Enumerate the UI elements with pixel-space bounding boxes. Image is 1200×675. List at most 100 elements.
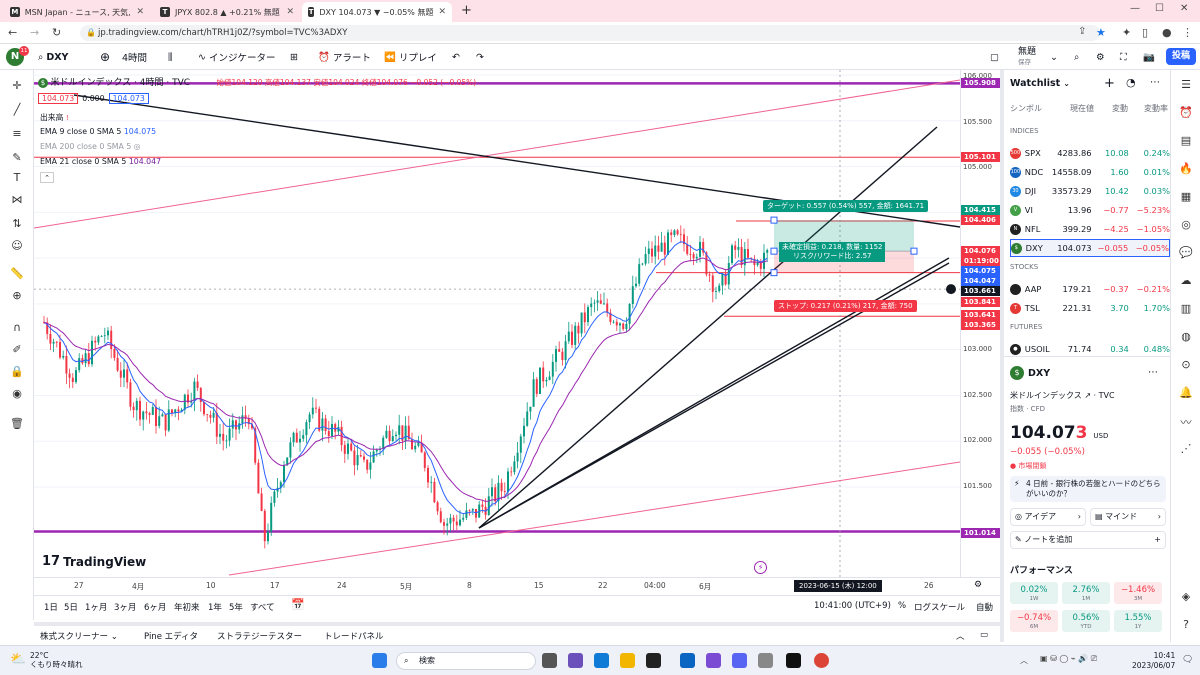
trash-icon[interactable]: 🗑 (9, 416, 25, 432)
back-icon[interactable]: ← (8, 26, 17, 39)
help-question-icon[interactable]: ? (1178, 618, 1194, 634)
zoom-in-icon[interactable]: ⊕ (9, 288, 25, 304)
watchlist-section-header[interactable]: INDICES (1010, 127, 1039, 135)
chart-pane[interactable]: $ 米ドルインデックス · 4時間 · TVC 始値104.120 高値104.… (34, 70, 960, 577)
settings-gear-icon[interactable]: ⚙ (974, 580, 982, 590)
replay-button[interactable]: ⏪ リプレイ (384, 49, 437, 65)
notifications-bell-icon[interactable]: 🔔 (1178, 386, 1194, 402)
extensions-icon[interactable]: ✦ (1122, 26, 1131, 39)
brush-icon[interactable]: ✎ (9, 150, 25, 166)
watchlist-row[interactable]: 30 DJI 33573.29 10.42 0.03% (1010, 182, 1170, 200)
bookmark-star-icon[interactable]: ★ (1096, 26, 1106, 39)
reload-icon[interactable]: ↻ (52, 26, 61, 39)
notification-icon[interactable]: 🗨 (1182, 655, 1193, 665)
col-change-pct[interactable]: 変動率 (1128, 103, 1168, 114)
chat-bubble-icon[interactable]: 💬 (1178, 246, 1194, 262)
col-symbol[interactable]: シンボル (1010, 103, 1052, 114)
tab-strategy-tester[interactable]: ストラテジーテスター (217, 630, 302, 642)
ideas-button[interactable]: ◎ アイデア › (1010, 508, 1086, 526)
watchlist-section-header[interactable]: STOCKS (1010, 263, 1038, 271)
more-icon[interactable]: ⋯ (1148, 367, 1158, 378)
watchlist-row[interactable]: T TSL 221.31 3.70 1.70% (1010, 299, 1170, 317)
app-icon[interactable] (758, 653, 773, 668)
lock-icon[interactable]: 🔒 (9, 364, 25, 380)
indicators-button[interactable]: ∿ インジケーター (198, 49, 275, 65)
alerts-clock-icon[interactable]: ⏰ (1178, 106, 1194, 122)
taskbar-clock[interactable]: 10:41 2023/06/07 (1132, 651, 1175, 671)
more-icon[interactable]: ⋯ (1150, 77, 1160, 88)
tray-chevron-icon[interactable]: ︿ (1020, 655, 1028, 666)
quick-search-button[interactable]: ⌕ (1074, 49, 1079, 65)
tab-trading-panel[interactable]: トレードパネル (324, 630, 384, 642)
prediction-icon[interactable]: ⇅ (9, 216, 25, 232)
range-button[interactable]: 6ヶ月 (144, 601, 166, 613)
add-symbol-icon[interactable]: + (1104, 76, 1115, 91)
range-button[interactable]: 5日 (64, 601, 78, 613)
discord-icon[interactable] (732, 653, 747, 668)
broadcast-icon[interactable]: ⊙ (1178, 358, 1194, 374)
app-icon[interactable] (786, 653, 801, 668)
file-explorer-icon[interactable] (620, 653, 635, 668)
redo-button[interactable]: ↷ (476, 49, 484, 65)
screener-icon[interactable]: ▥ (1178, 302, 1194, 318)
new-tab-icon[interactable]: + (461, 3, 472, 18)
publish-button[interactable]: 投稿 (1166, 48, 1196, 65)
data-window-icon[interactable]: ▤ (1178, 134, 1194, 150)
collapse-legend-icon[interactable]: ⌃ (40, 172, 54, 183)
minimize-window-icon[interactable]: — (1130, 3, 1140, 14)
lightning-event-icon[interactable]: ⚡ (754, 561, 767, 574)
range-button[interactable]: すべて (250, 601, 275, 613)
external-link-icon[interactable]: ↗ (1084, 391, 1091, 400)
price-chart-svg[interactable] (34, 70, 960, 577)
interval-button[interactable]: 4時間 (122, 49, 147, 65)
bar-style-button[interactable]: ⫼ (168, 49, 172, 65)
percent-scale-toggle[interactable]: % (898, 601, 906, 611)
magnet-icon[interactable]: ∩ (9, 320, 25, 336)
watchlist-row[interactable]: 500 SPX 4283.86 10.08 0.24% (1010, 144, 1170, 162)
expand-panel-icon[interactable]: ︿ (956, 630, 965, 642)
layers-icon[interactable]: ◈ (1178, 590, 1194, 606)
fullscreen-button[interactable]: ⛶ (1120, 49, 1127, 65)
calendar-goto-icon[interactable]: 📅 (291, 598, 305, 611)
tray-icons[interactable]: ▣ ⛁ ◯ ⌁ 🔊 ⎚ (1040, 654, 1097, 664)
emoji-icon[interactable]: ☺ (9, 238, 25, 254)
browser-tab-msn[interactable]: M MSN Japan - ニュース, 天気, メール・ ✕ (4, 2, 150, 22)
trend-icon[interactable]: 〰 (1178, 414, 1194, 430)
fib-retracement-icon[interactable]: ≡ (9, 126, 25, 142)
auto-scale-toggle[interactable]: 自動 (976, 601, 993, 613)
watchlist-row[interactable]: V VI 13.96 −0.77 −5.23% (1010, 201, 1170, 219)
range-button[interactable]: 5年 (229, 601, 243, 613)
minds-button[interactable]: ▤ マインド › (1090, 508, 1166, 526)
profile-icon[interactable]: ● (1162, 26, 1172, 39)
range-button[interactable]: 3ヶ月 (114, 601, 136, 613)
range-button[interactable]: 1日 (44, 601, 58, 613)
compare-symbol-button[interactable]: ⊕ (100, 49, 110, 65)
menu-icon[interactable]: ⋮ (1182, 26, 1193, 39)
forward-icon[interactable]: → (30, 26, 39, 39)
windows-start-icon[interactable] (372, 653, 387, 668)
ideas-stream-icon[interactable]: ◎ (1178, 218, 1194, 234)
browser-tab-jpyx[interactable]: T JPYX 802.8 ▲ +0.21% 無題 ✕ (154, 2, 300, 22)
chrome-icon[interactable] (814, 653, 829, 668)
app-icon[interactable] (646, 653, 661, 668)
alert-button[interactable]: ⏰ アラート (318, 49, 371, 65)
help-icon[interactable]: ◍ (1178, 330, 1194, 346)
add-note-button[interactable]: ✎ ノートを追加 + (1010, 531, 1166, 549)
lock-drawing-icon[interactable]: ✐ (9, 342, 25, 358)
layout-name-button[interactable]: 無題 保存 (1018, 47, 1036, 67)
crosshair-icon[interactable]: ✛ (9, 78, 25, 94)
range-button[interactable]: 1年 (208, 601, 222, 613)
mail-icon[interactable] (680, 653, 695, 668)
calendar-icon[interactable]: ▦ (1178, 190, 1194, 206)
symbol-search-button[interactable]: ⌕ DXY (38, 49, 68, 65)
close-tab-icon[interactable]: ✕ (136, 7, 144, 17)
undo-button[interactable]: ↶ (452, 49, 460, 65)
maximize-window-icon[interactable]: ☐ (1155, 3, 1164, 14)
ruler-icon[interactable]: 📏 (9, 266, 25, 282)
task-view-icon[interactable] (542, 653, 557, 668)
watchlist-section-header[interactable]: FUTURES (1010, 323, 1042, 331)
browser-tab-dxy[interactable]: T DXY 104.073 ▼ −0.05% 無題 ✕ (302, 2, 452, 22)
close-tab-icon[interactable]: ✕ (438, 7, 446, 17)
pattern-icon[interactable]: ⋈ (9, 192, 25, 208)
close-window-icon[interactable]: ✕ (1180, 3, 1188, 14)
